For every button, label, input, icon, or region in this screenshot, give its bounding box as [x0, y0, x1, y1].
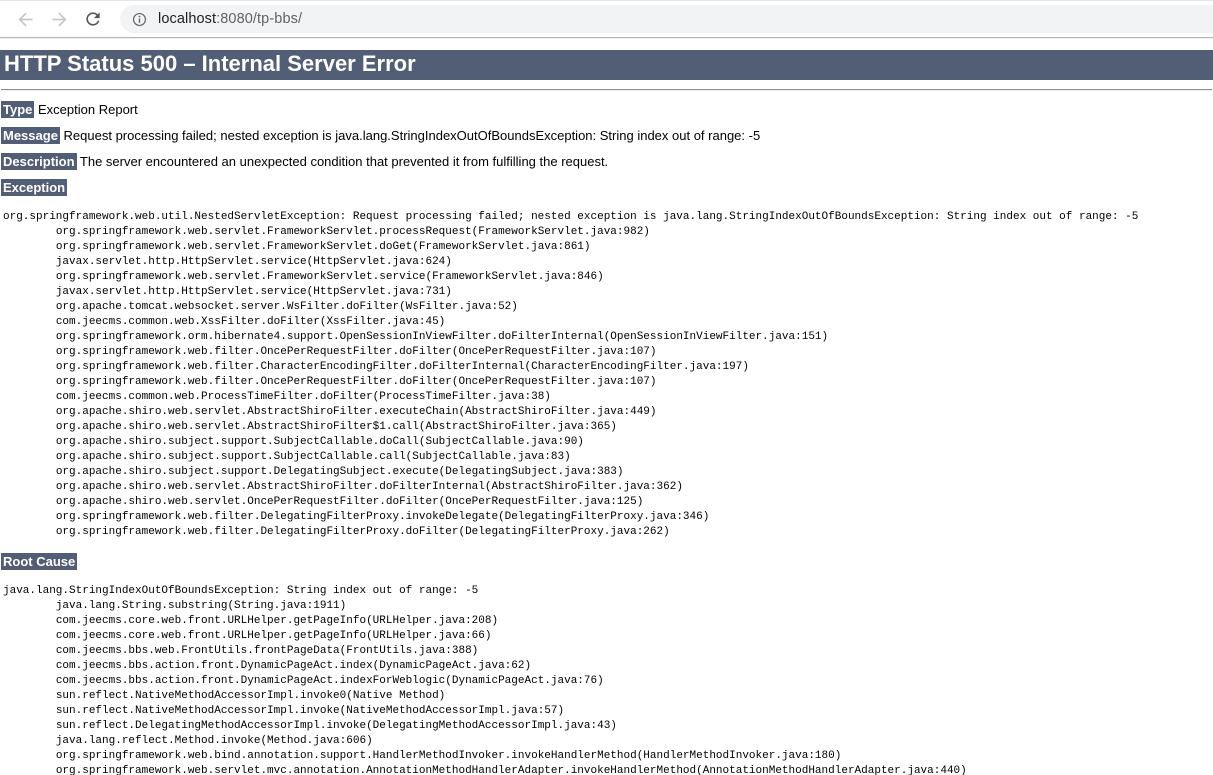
address-bar[interactable]: localhost:8080/tp-bbs/ [120, 5, 1213, 33]
field-description-value: The server encountered an unexpected con… [79, 154, 609, 170]
section-exception-heading: Exception [1, 179, 1213, 197]
field-type-value: Exception Report [38, 102, 138, 118]
refresh-icon [86, 12, 100, 26]
refresh-button[interactable] [82, 8, 104, 30]
field-message-value: Request processing failed; nested except… [63, 128, 761, 144]
exception-stack-trace: org.springframework.web.util.NestedServl… [3, 211, 1139, 539]
title-divider [1, 89, 1212, 92]
root-cause-stack-trace: java.lang.StringIndexOutOfBoundsExceptio… [3, 585, 967, 775]
back-button[interactable] [14, 8, 36, 30]
field-message: Message Request processing failed; neste… [1, 127, 1213, 145]
exception-label: Exception [1, 179, 68, 197]
url-path: :8080/tp-bbs/ [216, 11, 303, 27]
field-type-label: Type [1, 101, 35, 119]
forward-button[interactable] [48, 8, 70, 30]
root-cause-label: Root Cause [1, 553, 78, 571]
field-type: Type Exception Report [1, 101, 1213, 119]
field-message-label: Message [1, 127, 60, 145]
url-host: localhost [158, 11, 217, 27]
error-page: HTTP Status 500 – Internal Server Error … [0, 50, 1213, 775]
field-description: Description The server encountered an un… [1, 153, 1213, 171]
page-title: HTTP Status 500 – Internal Server Error [0, 50, 1213, 81]
section-root-cause-heading: Root Cause [1, 553, 1213, 571]
page-info-icon[interactable] [131, 11, 148, 28]
url-text: localhost:8080/tp-bbs/ [158, 11, 302, 27]
field-description-label: Description [1, 153, 77, 171]
back-arrow-icon [18, 12, 32, 26]
browser-toolbar: localhost:8080/tp-bbs/ [0, 0, 1213, 38]
forward-arrow-icon [52, 12, 66, 26]
